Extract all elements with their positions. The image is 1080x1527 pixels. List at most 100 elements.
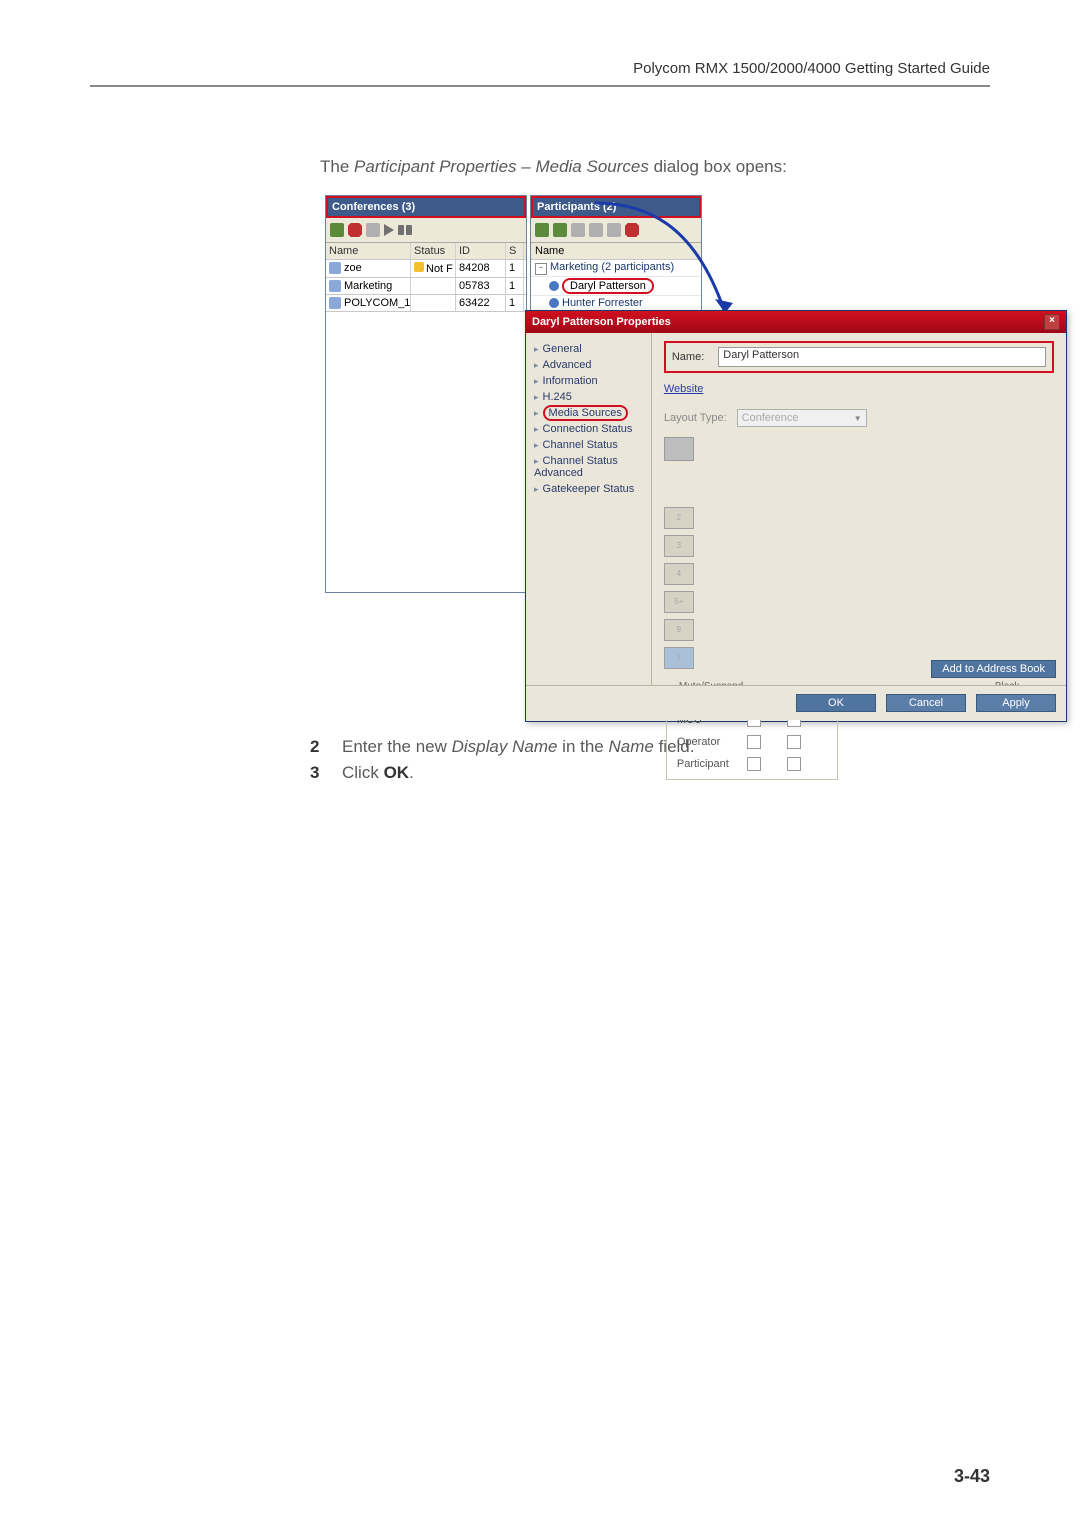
intro-prefix: The [320,157,354,176]
dialog-main: Name: Daryl Patterson Website Layout Typ… [652,333,1066,685]
participant-audio-checkbox[interactable] [747,757,761,771]
page-header: Polycom RMX 1500/2000/4000 Getting Start… [90,60,990,77]
alert-icon [414,262,424,272]
layout-thumb[interactable] [664,437,694,461]
conf-name: zoe [344,262,362,274]
col-s: S [506,243,524,259]
nav-connection-status[interactable]: ▸Connection Status [530,421,647,437]
conf-row[interactable]: zoe Not F 84208 1 [326,260,526,278]
participant-row[interactable]: Daryl Patterson [531,277,701,296]
nav-advanced[interactable]: ▸Advanced [530,357,647,373]
pause-icon[interactable] [398,225,404,235]
layout-thumb[interactable]: 4 [664,563,694,585]
dialog-nav: ▸General ▸Advanced ▸Information ▸H.245 ▸… [526,333,652,685]
dialog-title: Daryl Patterson Properties [532,316,671,328]
conf-s: 1 [506,295,524,311]
cancel-button[interactable]: Cancel [886,694,966,712]
nav-channel-status-adv[interactable]: ▸Channel Status Advanced [530,453,647,481]
nav-media-sources[interactable]: ▸Media Sources [530,405,647,421]
name-input[interactable]: Daryl Patterson [718,347,1046,367]
tool2-icon[interactable] [607,223,621,237]
participants-title: Participants (2) [531,196,701,218]
conf-empty [326,312,526,592]
participant-properties-dialog: Daryl Patterson Properties × ▸General ▸A… [525,310,1067,722]
participants-header: Name [531,243,701,260]
step-text: Click OK. [342,763,414,783]
nav-gatekeeper-status[interactable]: ▸Gatekeeper Status [530,481,647,497]
conf-id: 63422 [456,295,506,311]
group-name: Marketing (2 participants) [550,261,674,273]
layout-thumbnails: 2 3 4 5+ 9 1 [664,437,1054,669]
nav-channel-status[interactable]: ▸Channel Status [530,437,647,453]
conf-status: Not F [426,263,453,275]
conf-id: 05783 [456,278,506,294]
conf-row[interactable]: Marketing 05783 1 [326,278,526,295]
remove-icon[interactable] [625,223,639,237]
conf-s: 1 [506,278,524,294]
name-label: Name: [672,351,704,363]
layout-thumb[interactable]: 5+ [664,591,694,613]
step-number: 3 [310,763,324,783]
conferences-title: Conferences (3) [326,196,526,218]
operator-audio-checkbox[interactable] [747,735,761,749]
conf-status [411,295,456,311]
col-id: ID [456,243,506,259]
add-to-address-book-button[interactable]: Add to Address Book [931,660,1056,678]
intro-suffix: dialog box opens: [649,157,787,176]
participant-name: Hunter Forrester [562,297,643,309]
conf-status [411,278,456,294]
operator-video-checkbox[interactable] [787,735,801,749]
mute-row-label: Operator [677,736,747,748]
play-icon[interactable] [384,224,394,236]
apply-button[interactable]: Apply [976,694,1056,712]
website-link[interactable]: Website [664,383,704,395]
name-field-highlight: Name: Daryl Patterson [664,341,1054,373]
layout-thumb[interactable]: 1 [664,647,694,669]
participant-name: Daryl Patterson [562,278,654,294]
conf-header-row: Name Status ID S [326,243,526,260]
tool-icon[interactable] [589,223,603,237]
header-divider [90,85,990,87]
person-icon [549,281,559,291]
participant-video-checkbox[interactable] [787,757,801,771]
col-status: Status [411,243,456,259]
layout-type-value: Conference [742,412,799,424]
conference-icon [329,297,341,309]
tool-icon[interactable] [366,223,380,237]
participants-group[interactable]: −Marketing (2 participants) [531,260,701,277]
participants-pane: Participants (2) Name −Marketing (2 part… [530,195,702,312]
layout-type-select: Conference▼ [737,409,867,427]
collapse-icon[interactable]: − [535,263,547,275]
dialog-footer: Add to Address Book OK Cancel Apply [526,685,1066,720]
conf-row[interactable]: POLYCOM_1 63422 1 [326,295,526,312]
add-participant2-icon[interactable] [553,223,567,237]
dialog-titlebar: Daryl Patterson Properties × [526,311,1066,333]
close-icon[interactable]: × [1044,314,1060,330]
add-participant-icon[interactable] [535,223,549,237]
layout-thumb[interactable]: 9 [664,619,694,641]
conference-icon [329,262,341,274]
conferences-pane: Conferences (3) Name Status ID S zoe Not… [325,195,527,593]
delete-conference-icon[interactable] [348,223,362,237]
conf-name: POLYCOM_1 [344,297,410,309]
link-icon[interactable] [571,223,585,237]
conference-icon [329,280,341,292]
conf-id: 84208 [456,260,506,277]
mute-row-label: Participant [677,758,747,770]
page-number: 3-43 [954,1466,990,1487]
new-conference-icon[interactable] [330,223,344,237]
layout-thumb[interactable]: 3 [664,535,694,557]
ok-button[interactable]: OK [796,694,876,712]
participants-toolbar [531,218,701,243]
layout-type-label: Layout Type: [664,412,727,424]
nav-general[interactable]: ▸General [530,341,647,357]
conf-name: Marketing [344,280,392,292]
person-icon [549,298,559,308]
intro-dialog-name: Participant Properties – Media Sources [354,157,649,176]
nav-h245[interactable]: ▸H.245 [530,389,647,405]
nav-information[interactable]: ▸Information [530,373,647,389]
layout-thumb[interactable]: 2 [664,507,694,529]
participant-row[interactable]: Hunter Forrester [531,296,701,311]
conf-s: 1 [506,260,524,277]
conferences-toolbar [326,218,526,243]
